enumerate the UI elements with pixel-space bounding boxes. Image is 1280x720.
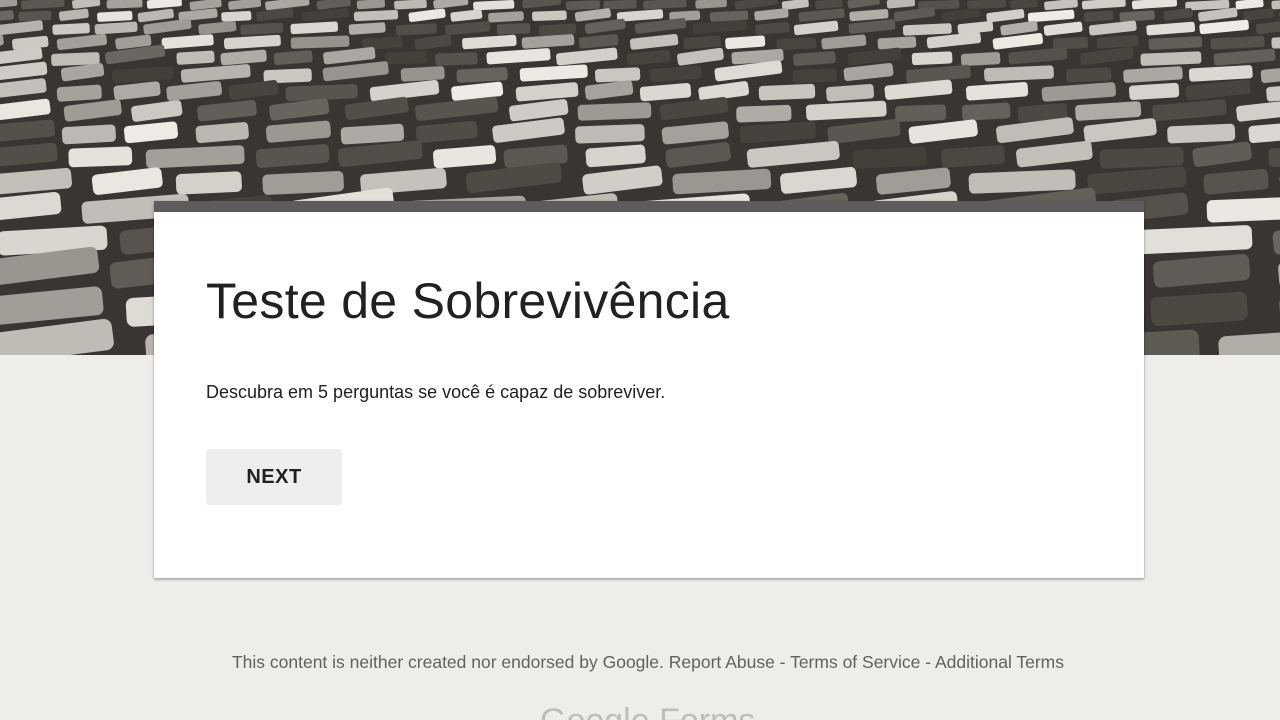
footer-disclaimer: This content is neither created nor endo… — [231, 652, 664, 672]
additional-terms-link[interactable]: Additional Terms — [935, 652, 1064, 672]
next-button[interactable]: NEXT — [206, 449, 342, 505]
footer-separator: - — [920, 652, 935, 672]
form-title: Teste de Sobrevivência — [206, 273, 730, 329]
form-description: Descubra em 5 perguntas se você é capaz … — [206, 382, 666, 402]
terms-of-service-link[interactable]: Terms of Service — [790, 652, 920, 672]
form-card: Teste de Sobrevivência Descubra em 5 per… — [154, 201, 1144, 578]
form-page: Teste de Sobrevivência Descubra em 5 per… — [0, 0, 1280, 720]
google-forms-logo[interactable]: Google Forms — [540, 702, 755, 720]
footer-separator: - — [774, 652, 791, 672]
report-abuse-link[interactable]: Report Abuse — [669, 652, 775, 672]
footer-note: This content is neither created nor endo… — [0, 652, 1280, 673]
